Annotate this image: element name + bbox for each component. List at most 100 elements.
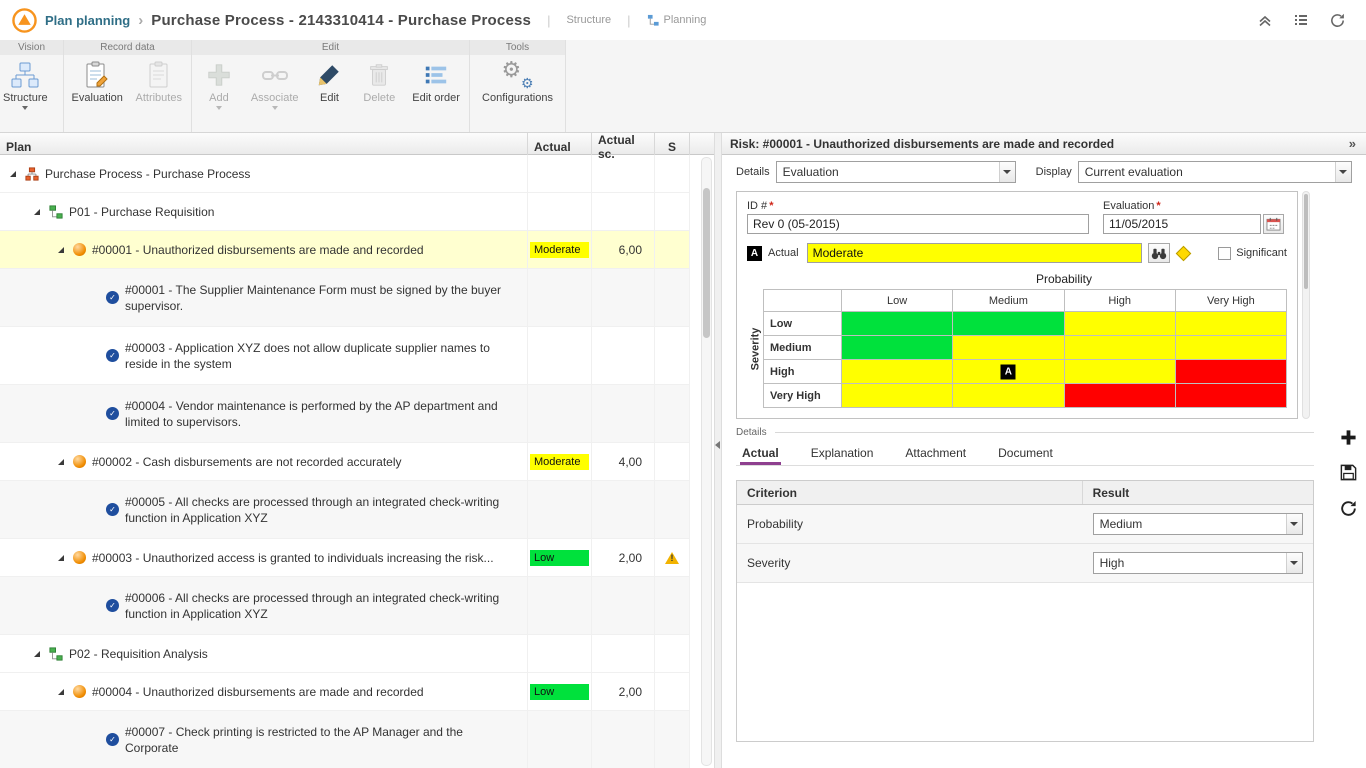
refresh-evaluation-button[interactable] [1339,499,1358,518]
collapse-ribbon-button[interactable] [1257,12,1273,28]
button-label: Edit [320,92,339,104]
actual-status-chip: Low [530,550,589,566]
vertical-scrollbar[interactable] [1302,191,1310,419]
tree-item-label: #00004 - Unauthorized disbursements are … [92,684,424,700]
details-select[interactable]: Evaluation [776,161,1016,183]
chevron-down-icon [216,106,222,110]
details-section-label: Details [736,427,1314,438]
button-label: Evaluation [72,92,123,104]
matrix-cell [842,336,953,360]
table-row[interactable]: ✓#00004 - Vendor maintenance is performe… [0,385,690,443]
tree-item-label: #00003 - Unauthorized access is granted … [92,550,494,566]
table-row[interactable]: ✓#00001 - The Supplier Maintenance Form … [0,269,690,327]
associate-button: Associate [245,59,305,110]
tree-expand-caret[interactable] [34,209,40,215]
evaluation-button[interactable]: Evaluation [67,59,127,104]
table-row[interactable]: P02 - Requisition Analysis [0,635,690,673]
button-label: Edit order [412,92,460,104]
add-evaluation-button[interactable] [1340,429,1357,446]
display-select[interactable]: Current evaluation [1078,161,1352,183]
panel-splitter[interactable] [714,133,722,768]
table-row[interactable]: #00001 - Unauthorized disbursements are … [0,231,690,269]
control-icon: ✓ [106,503,119,516]
matrix-cell: A [953,360,1064,384]
details-content: Criterion Result Probability Medium Seve… [736,480,1314,742]
tree-item-label: Purchase Process - Purchase Process [45,166,250,182]
severity-select[interactable]: High [1093,552,1303,574]
actual-status-chip: Moderate [530,242,589,258]
actual-marker: A [747,246,762,261]
evaluation-date-field[interactable] [1103,214,1261,234]
matrix-col-label: High [1065,290,1176,312]
edit-button[interactable]: Edit [307,59,353,104]
configurations-icon: ⚙⚙ [502,60,534,90]
table-row[interactable]: ✓#00005 - All checks are processed throu… [0,481,690,539]
risk-icon [73,243,86,256]
matrix-cell [953,336,1064,360]
add-button: Add [195,59,243,110]
tree-expand-caret[interactable] [58,459,64,465]
tree-item-label: #00007 - Check printing is restricted to… [125,724,519,756]
tree-expand-caret[interactable] [58,555,64,561]
matrix-cell [842,384,953,408]
vertical-scrollbar[interactable] [701,157,712,766]
table-row[interactable]: #00003 - Unauthorized access is granted … [0,539,690,577]
control-icon: ✓ [106,407,119,420]
divider: | [627,13,630,28]
chevron-down-icon [272,106,278,110]
collapse-handle-icon[interactable] [715,441,720,449]
expand-panel-button[interactable]: » [1347,136,1358,151]
tab-attachment[interactable]: Attachment [903,439,968,465]
risk-panel: Risk: #00001 - Unauthorized disbursement… [722,133,1366,768]
tab-actual[interactable]: Actual [740,439,781,465]
tree-expand-caret[interactable] [58,689,64,695]
table-row[interactable]: ✓#00007 - Check printing is restricted t… [0,711,690,768]
binoculars-button[interactable] [1148,243,1170,263]
nav-structure[interactable]: Structure [566,14,611,26]
breadcrumb-app[interactable]: Plan planning [45,13,130,28]
tab-document[interactable]: Document [996,439,1055,465]
list-menu-button[interactable] [1293,12,1309,28]
edit-order-button[interactable]: Edit order [406,59,466,104]
risk-matrix: LowMediumHighVery HighLowMediumHighAVery… [763,289,1287,408]
actual-score-cell [592,577,655,634]
actual-result-field[interactable] [807,243,1142,263]
scrollbar-thumb[interactable] [1304,194,1308,289]
save-button[interactable] [1339,463,1358,482]
matrix-cell [953,384,1064,408]
matrix-cell [1065,312,1176,336]
plan-panel: Plan Actual Actual sc. S Purchase Proces… [0,133,714,768]
significant-checkbox[interactable] [1218,247,1231,260]
tree-expand-caret[interactable] [10,171,16,177]
id-field[interactable] [747,214,1089,234]
ribbon-filler [566,40,1366,132]
probability-select[interactable]: Medium [1093,513,1303,535]
scrollbar-thumb[interactable] [703,188,710,338]
planning-icon [647,14,660,27]
structure-button[interactable]: Structure [3,59,48,110]
configurations-button[interactable]: ⚙⚙ Configurations [478,59,558,104]
table-row[interactable]: ✓#00003 - Application XYZ does not allow… [0,327,690,385]
nav-planning[interactable]: Planning [647,14,707,27]
delete-button: Delete [354,59,404,104]
button-label: Add [209,92,229,104]
table-row[interactable]: Purchase Process - Purchase Process [0,155,690,193]
tab-explanation[interactable]: Explanation [809,439,876,465]
table-row[interactable]: #00002 - Cash disbursements are not reco… [0,443,690,481]
calendar-button[interactable] [1263,214,1284,234]
required-icon: * [769,200,773,212]
tree-item-label: #00001 - The Supplier Maintenance Form m… [125,282,519,314]
matrix-cell [1176,336,1287,360]
actual-status-chip: Moderate [530,454,589,470]
matrix-cell [842,312,953,336]
risk-panel-header: Risk: #00001 - Unauthorized disbursement… [722,133,1366,155]
probability-select-value: Medium [1094,517,1286,531]
table-row[interactable]: ✓#00006 - All checks are processed throu… [0,577,690,635]
nav-structure-label: Structure [566,14,611,26]
tree-expand-caret[interactable] [34,651,40,657]
refresh-button[interactable] [1329,12,1346,29]
table-row[interactable]: #00004 - Unauthorized disbursements are … [0,673,690,711]
actual-score-cell [592,193,655,230]
tree-expand-caret[interactable] [58,247,64,253]
table-row[interactable]: P01 - Purchase Requisition [0,193,690,231]
